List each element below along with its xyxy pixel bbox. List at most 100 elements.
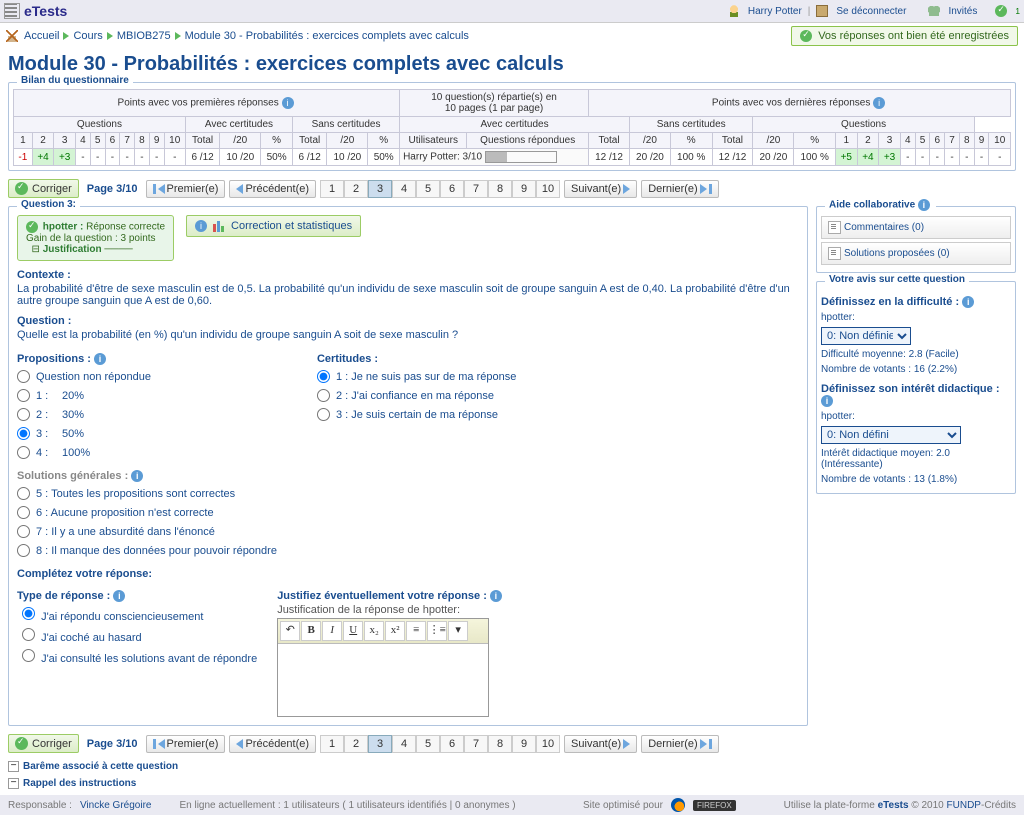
comments-button[interactable]: Commentaires (0) xyxy=(821,216,1011,239)
first-page-button[interactable]: Premier(e) xyxy=(146,180,226,198)
prop-1-radio[interactable] xyxy=(17,389,30,402)
page-7[interactable]: 7 xyxy=(464,180,488,198)
type-3-radio[interactable] xyxy=(22,649,35,662)
sol-8-radio[interactable] xyxy=(17,544,30,557)
sol-6-radio[interactable] xyxy=(17,506,30,519)
editor-sup[interactable]: x² xyxy=(385,621,405,641)
stats-button[interactable]: Correction et statistiques xyxy=(186,215,361,237)
feedback-box: hpotter : Réponse correcte Gain de la qu… xyxy=(17,215,174,261)
correct-button[interactable]: Corriger xyxy=(8,179,79,198)
certitudes-list: 1 : Je ne suis pas sur de ma réponse 2 :… xyxy=(317,367,516,424)
first-page-button[interactable]: Premier(e) xyxy=(146,735,226,753)
crumb-home[interactable]: Accueil xyxy=(24,30,59,42)
page-1[interactable]: 1 xyxy=(320,180,344,198)
sol-5-radio[interactable] xyxy=(17,487,30,500)
editor-ol[interactable]: ≡ xyxy=(406,621,426,641)
page-9[interactable]: 9 xyxy=(512,180,536,198)
page-8[interactable]: 8 xyxy=(488,735,512,753)
page-2[interactable]: 2 xyxy=(344,180,368,198)
info-icon[interactable] xyxy=(873,97,885,109)
first-points-header: Points avec vos premières réponses xyxy=(118,98,279,109)
type-1-radio[interactable] xyxy=(22,607,35,620)
editor-italic[interactable]: I xyxy=(322,621,342,641)
info-icon[interactable] xyxy=(918,199,930,211)
solutions-button[interactable]: Solutions proposées (0) xyxy=(821,242,1011,265)
page-2[interactable]: 2 xyxy=(344,735,368,753)
bareme-expander[interactable]: −Barême associé à cette question xyxy=(8,761,1016,772)
crumb-module[interactable]: Module 30 - Probabilités : exercices com… xyxy=(185,30,469,42)
question-legend: Question 3: xyxy=(17,199,80,210)
cert-1-radio[interactable] xyxy=(317,370,330,383)
last-page-button[interactable]: Dernier(e) xyxy=(641,180,719,198)
cert-3-radio[interactable] xyxy=(317,408,330,421)
prev-page-button[interactable]: Précédent(e) xyxy=(229,735,316,753)
propositions-list: Question non répondue 1 :20% 2 :30% 3 :5… xyxy=(17,367,277,462)
page-5[interactable]: 5 xyxy=(416,180,440,198)
pager-top: Corriger Page 3/10 Premier(e) Précédent(… xyxy=(8,179,1016,198)
page-8[interactable]: 8 xyxy=(488,180,512,198)
page-3[interactable]: 3 xyxy=(368,735,392,753)
user-icon xyxy=(728,5,740,17)
editor-undo[interactable]: ↶ xyxy=(280,621,300,641)
page-6[interactable]: 6 xyxy=(440,180,464,198)
info-icon[interactable] xyxy=(131,470,143,482)
prop-3-radio[interactable] xyxy=(17,427,30,440)
next-page-button[interactable]: Suivant(e) xyxy=(564,735,637,753)
prev-page-button[interactable]: Précédent(e) xyxy=(229,180,316,198)
crumb-course-code[interactable]: MBIOB275 xyxy=(117,30,171,42)
editor-more[interactable]: ▾ xyxy=(448,621,468,641)
user-link[interactable]: Harry Potter xyxy=(748,6,802,17)
prop-0-radio[interactable] xyxy=(17,370,30,383)
page-9[interactable]: 9 xyxy=(512,735,536,753)
page-6[interactable]: 6 xyxy=(440,735,464,753)
certitudes-heading: Certitudes : xyxy=(317,353,516,365)
app-logo[interactable]: eTests xyxy=(4,3,67,19)
response-type-heading: Type de réponse : xyxy=(17,590,110,602)
sol-7-radio[interactable] xyxy=(17,525,30,538)
editor-ul[interactable]: ⋮≡ xyxy=(427,621,447,641)
info-icon[interactable] xyxy=(490,590,502,602)
editor-underline[interactable]: U xyxy=(343,621,363,641)
etests-link[interactable]: eTests xyxy=(878,800,909,811)
difficulty-count: Nombre de votants : 16 (2.2%) xyxy=(821,364,1011,375)
editor-sub[interactable]: x₂ xyxy=(364,621,384,641)
interest-select[interactable]: 0: Non défini xyxy=(821,426,961,444)
correct-button[interactable]: Corriger xyxy=(8,734,79,753)
interest-avg: Intérêt didactique moyen: 2.0 (Intéressa… xyxy=(821,448,1011,470)
next-page-button[interactable]: Suivant(e) xyxy=(564,180,637,198)
crumb-cours[interactable]: Cours xyxy=(73,30,102,42)
difficulty-select[interactable]: 0: Non définie xyxy=(821,327,911,345)
prop-2-radio[interactable] xyxy=(17,408,30,421)
info-icon[interactable] xyxy=(962,296,974,308)
page-4[interactable]: 4 xyxy=(392,735,416,753)
breadcrumb: Accueil Cours MBIOB275 Module 30 - Proba… xyxy=(0,23,1024,49)
prop-4-radio[interactable] xyxy=(17,446,30,459)
page-5[interactable]: 5 xyxy=(416,735,440,753)
instructions-expander[interactable]: −Rappel des instructions xyxy=(8,778,1016,789)
fundp-link[interactable]: FUNDP xyxy=(947,800,981,811)
page-title: Module 30 - Probabilités : exercices com… xyxy=(8,53,1016,76)
response-type-list: J'ai répondu consciencieusement J'ai coc… xyxy=(17,604,257,665)
responsible-link[interactable]: Vincke Grégoire xyxy=(80,800,152,811)
last-page-button[interactable]: Dernier(e) xyxy=(641,735,719,753)
cert-2-radio[interactable] xyxy=(317,389,330,402)
page-10[interactable]: 10 xyxy=(536,180,560,198)
info-icon[interactable] xyxy=(113,590,125,602)
comment-icon xyxy=(828,221,841,234)
page-4[interactable]: 4 xyxy=(392,180,416,198)
type-2-radio[interactable] xyxy=(22,628,35,641)
info-icon[interactable] xyxy=(282,97,294,109)
page-1[interactable]: 1 xyxy=(320,735,344,753)
logout-link[interactable]: Se déconnecter xyxy=(836,6,906,17)
responsible-label: Responsable : xyxy=(8,800,72,811)
info-icon[interactable] xyxy=(821,395,833,407)
difficulty-heading: Définissez en la difficulté : xyxy=(821,296,959,308)
page-3[interactable]: 3 xyxy=(368,180,392,198)
justification-textarea[interactable] xyxy=(278,643,488,713)
editor-bold[interactable]: B xyxy=(301,621,321,641)
pager-bottom: Corriger Page 3/10 Premier(e) Précédent(… xyxy=(8,734,1016,753)
info-icon[interactable] xyxy=(94,353,106,365)
page-7[interactable]: 7 xyxy=(464,735,488,753)
guests-link[interactable]: Invités xyxy=(948,6,977,17)
page-10[interactable]: 10 xyxy=(536,735,560,753)
